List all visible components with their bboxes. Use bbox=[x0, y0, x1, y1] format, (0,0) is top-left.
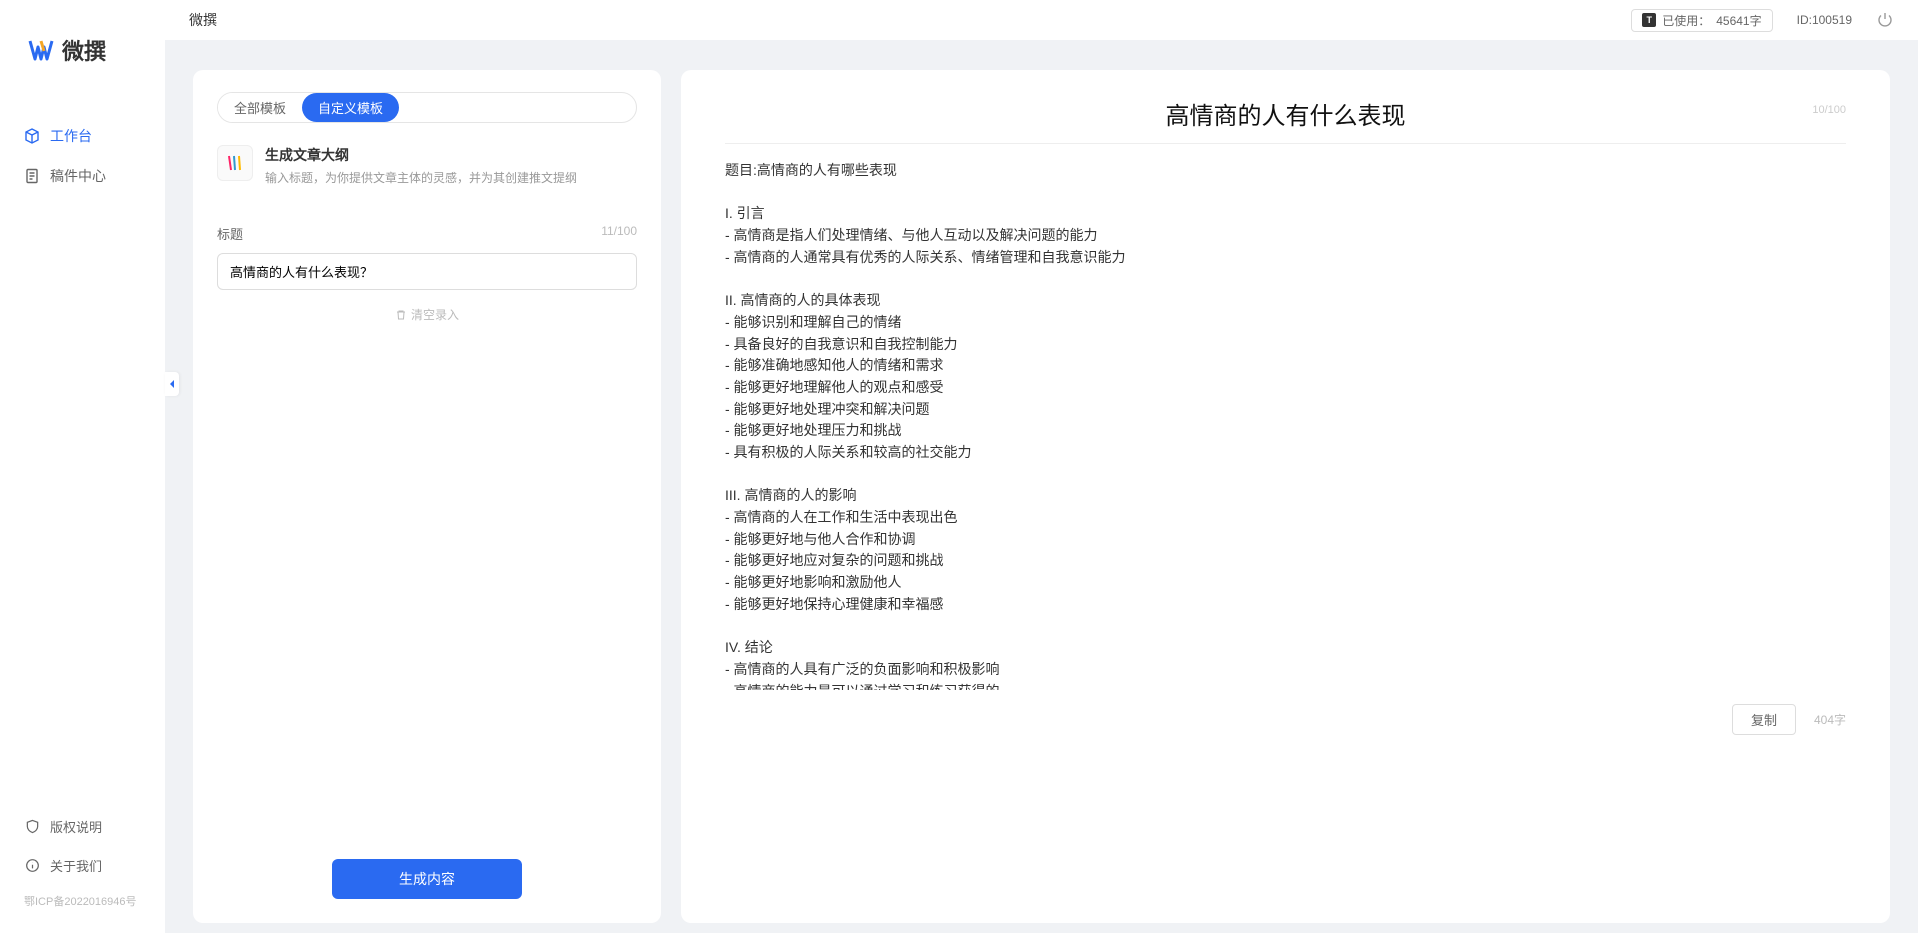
power-icon[interactable] bbox=[1876, 11, 1894, 29]
template-tabs: 全部模板 自定义模板 bbox=[217, 92, 637, 123]
tab-custom-templates[interactable]: 自定义模板 bbox=[302, 93, 399, 122]
usage-value: 45641字 bbox=[1716, 12, 1761, 29]
template-card: 生成文章大纲 输入标题，为你提供文章主体的灵感，并为其创建推文提纲 bbox=[217, 145, 637, 186]
usage-label: 已使用： bbox=[1662, 12, 1710, 29]
page-title: 微撰 bbox=[189, 10, 217, 30]
icp-text: 鄂ICP备2022016946号 bbox=[0, 885, 165, 923]
main-nav: 工作台 稿件中心 bbox=[0, 86, 165, 807]
chevron-left-icon bbox=[168, 379, 176, 389]
generate-button[interactable]: 生成内容 bbox=[332, 859, 522, 899]
nav-item-workspace[interactable]: 工作台 bbox=[0, 116, 165, 156]
input-panel: 全部模板 自定义模板 生成文章大纲 输入标题，为你提供文章主体的灵感，并为其创建… bbox=[193, 70, 661, 923]
logo-text: 微撰 bbox=[62, 34, 106, 66]
nav-item-about[interactable]: 关于我们 bbox=[0, 846, 165, 885]
sidebar-bottom: 版权说明 关于我们 鄂ICP备2022016946号 bbox=[0, 807, 165, 933]
doc-icon bbox=[24, 168, 40, 184]
usage-pill: T 已使用： 45641字 bbox=[1631, 9, 1772, 32]
trash-icon bbox=[395, 309, 407, 321]
tab-all-templates[interactable]: 全部模板 bbox=[218, 93, 302, 122]
usage-icon: T bbox=[1642, 13, 1656, 27]
output-panel: 高情商的人有什么表现 10/100 题目:高情商的人有哪些表现 I. 引言 - … bbox=[681, 70, 1890, 923]
nav-item-copyright[interactable]: 版权说明 bbox=[0, 807, 165, 846]
nav-label: 稿件中心 bbox=[50, 166, 106, 186]
user-id: ID:100519 bbox=[1797, 13, 1852, 27]
cube-icon bbox=[24, 128, 40, 144]
topbar: 微撰 T 已使用： 45641字 ID:100519 bbox=[165, 0, 1918, 40]
nav-label: 版权说明 bbox=[50, 817, 102, 836]
template-title: 生成文章大纲 bbox=[265, 145, 577, 165]
title-input[interactable] bbox=[217, 253, 637, 290]
info-icon bbox=[24, 858, 40, 874]
nav-label: 工作台 bbox=[50, 126, 92, 146]
nav-label: 关于我们 bbox=[50, 856, 102, 875]
logo-icon bbox=[28, 37, 54, 63]
nav-item-drafts[interactable]: 稿件中心 bbox=[0, 156, 165, 196]
clear-input-button[interactable]: 清空录入 bbox=[217, 306, 637, 323]
topbar-right: T 已使用： 45641字 ID:100519 bbox=[1631, 9, 1894, 32]
template-icon bbox=[217, 145, 253, 181]
divider bbox=[725, 143, 1846, 144]
output-body: 题目:高情商的人有哪些表现 I. 引言 - 高情商是指人们处理情绪、与他人互动以… bbox=[725, 160, 1846, 690]
title-label: 标题 bbox=[217, 224, 243, 243]
copy-button[interactable]: 复制 bbox=[1732, 704, 1796, 735]
output-title-count: 10/100 bbox=[1812, 104, 1846, 116]
output-footer: 复制 404字 bbox=[725, 704, 1846, 735]
sidebar: 微撰 工作台 稿件中心 版权说明 bbox=[0, 0, 165, 933]
template-desc: 输入标题，为你提供文章主体的灵感，并为其创建推文提纲 bbox=[265, 169, 577, 186]
main: 微撰 T 已使用： 45641字 ID:100519 全部模板 自定义模板 bbox=[165, 0, 1918, 933]
clear-label: 清空录入 bbox=[411, 306, 459, 323]
output-word-count: 404字 bbox=[1814, 711, 1846, 728]
title-char-count: 11/100 bbox=[601, 224, 637, 243]
title-field-section: 标题 11/100 清空录入 bbox=[217, 224, 637, 323]
collapse-sidebar-button[interactable] bbox=[165, 372, 179, 396]
output-title: 高情商的人有什么表现 bbox=[725, 96, 1846, 131]
logo: 微撰 bbox=[0, 20, 165, 86]
content: 全部模板 自定义模板 生成文章大纲 输入标题，为你提供文章主体的灵感，并为其创建… bbox=[165, 40, 1918, 933]
shield-icon bbox=[24, 819, 40, 835]
